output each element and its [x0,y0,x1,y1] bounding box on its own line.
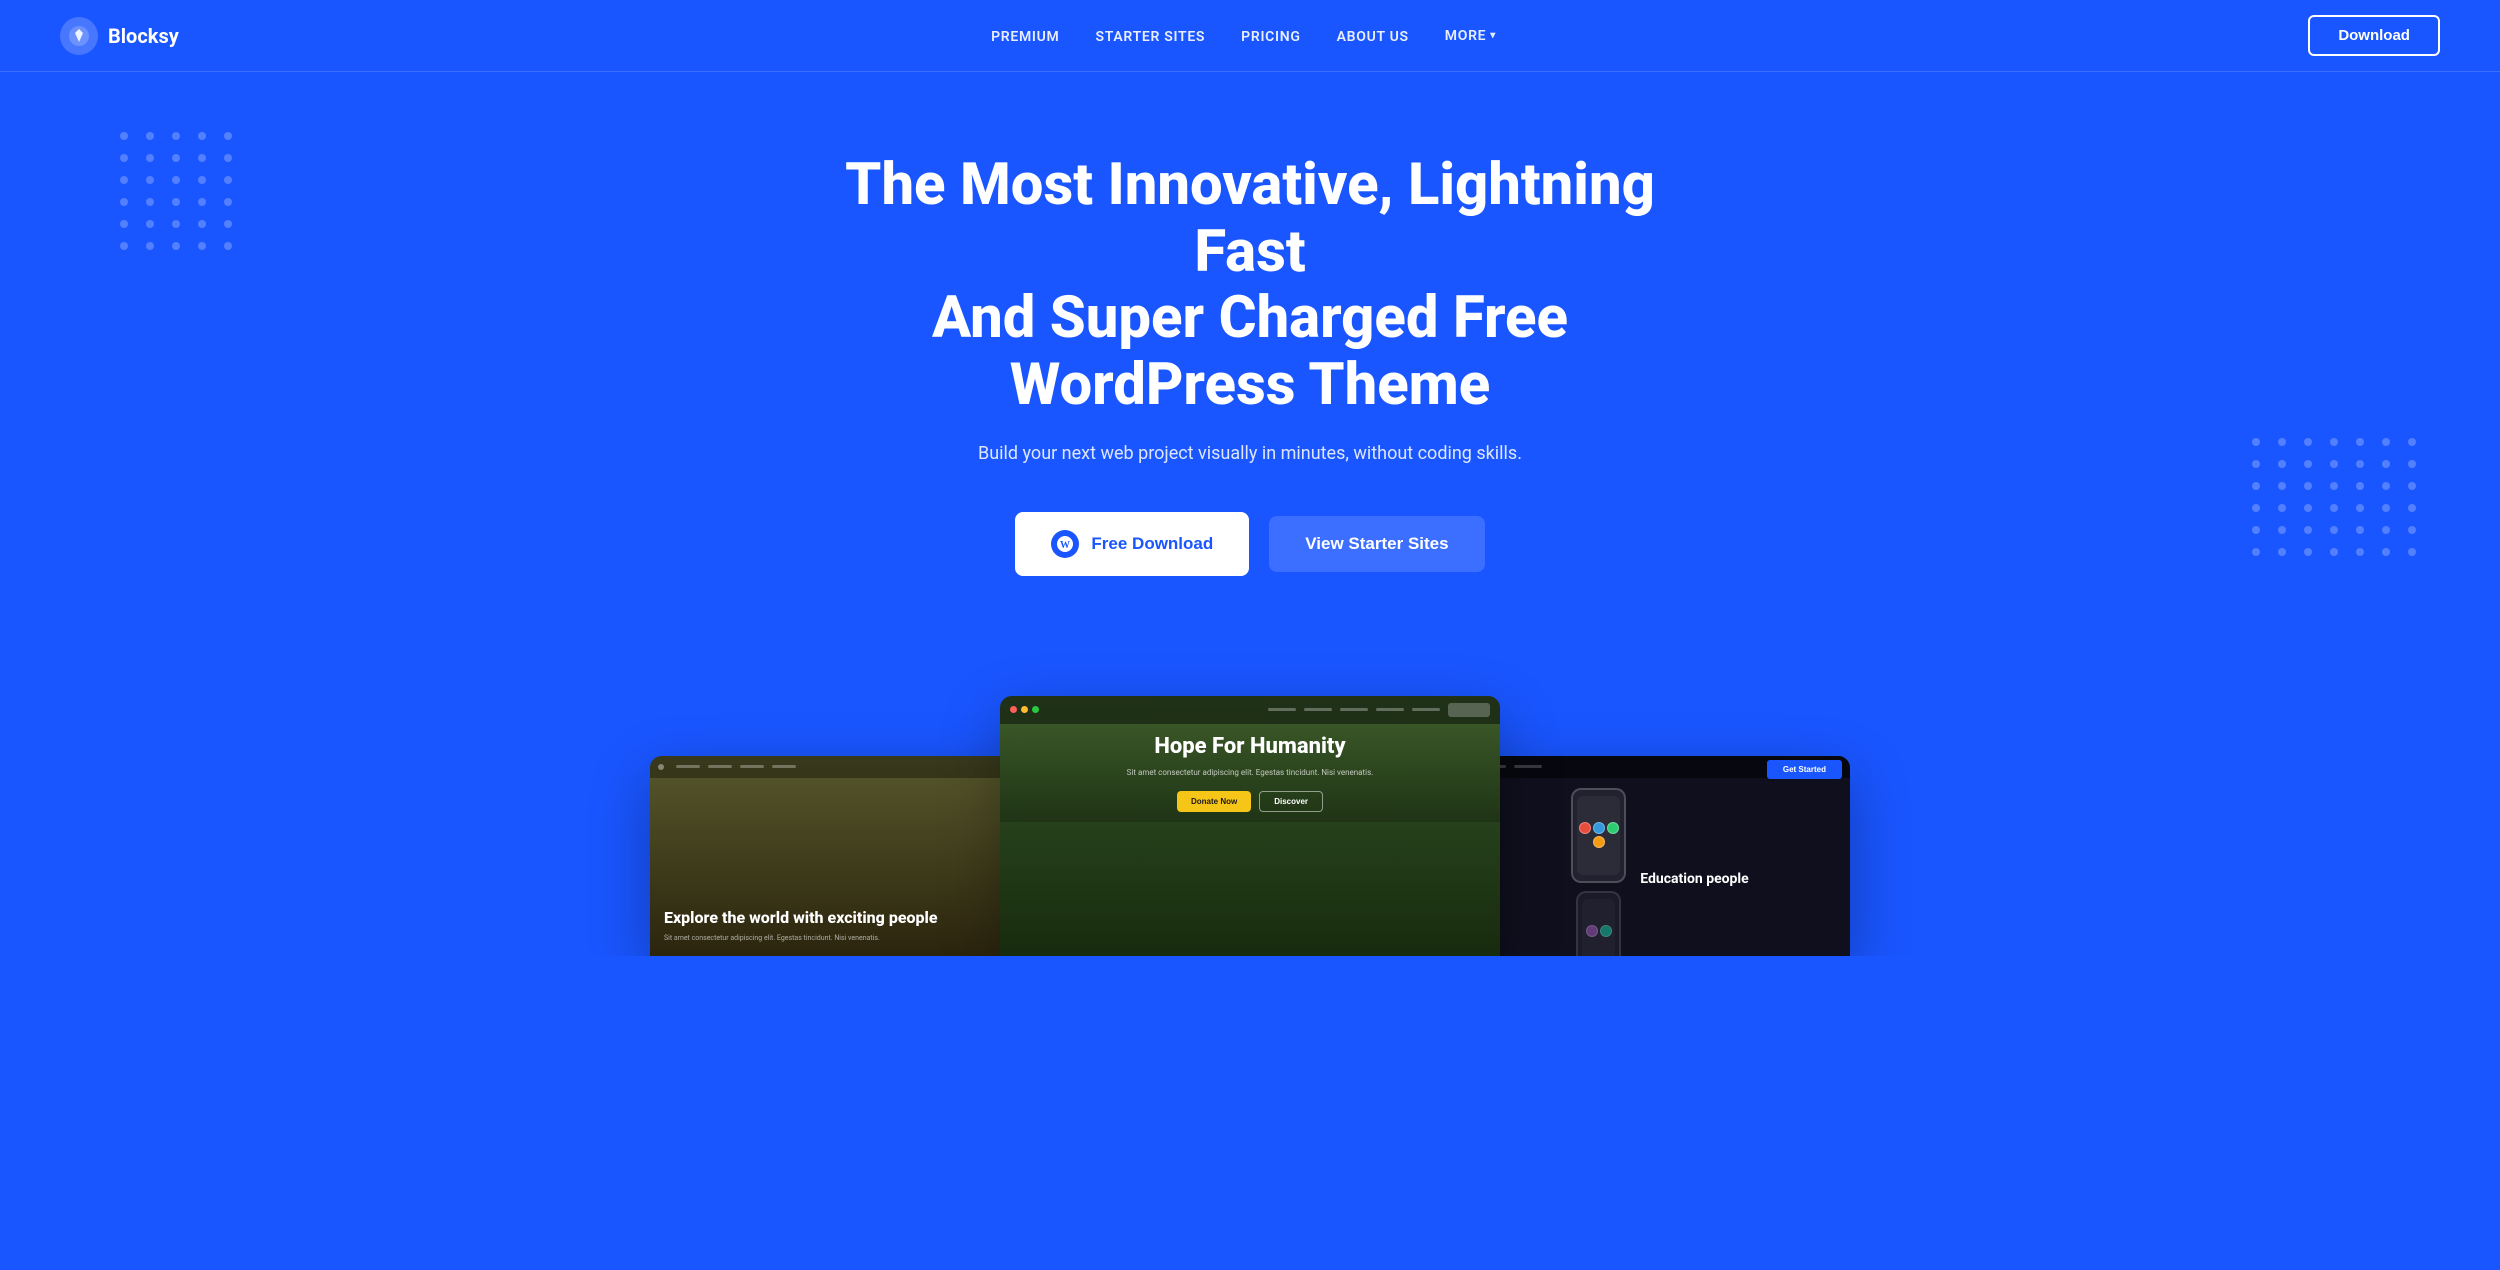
preview-card-right[interactable]: Get Started [1470,756,1850,956]
card-donate-button[interactable]: Donate Now [1177,791,1251,812]
card-right-nav-container: Get Started [1470,756,1850,778]
card-left-nav [650,756,1030,778]
svg-text:W: W [1060,540,1070,551]
card-main-nav-btn [1448,703,1490,717]
card-dot-yellow [1021,706,1028,713]
card-dot-green [1032,706,1039,713]
nav-item-pricing[interactable]: PRICING [1241,29,1300,45]
nav-links: PREMIUM STARTER SITES PRICING ABOUT US M… [991,26,1496,45]
card-main-nav-item [1376,708,1404,711]
decorative-dots-right [2252,438,2420,556]
decorative-dots-left [120,132,236,250]
preview-card-main[interactable]: Hope For Humanity Sit amet consectetur a… [1000,696,1500,956]
chevron-down-icon: ▾ [1490,30,1496,41]
hero-buttons: W Free Download View Starter Sites [1015,512,1484,576]
phone-screen-2 [1582,899,1615,956]
card-main-body: Hope For Humanity Sit amet consectetur a… [1000,724,1500,822]
hero-subtitle: Build your next web project visually in … [978,443,1522,464]
card-main-buttons: Donate Now Discover [1177,791,1323,812]
card-main-title: Hope For Humanity [1154,734,1345,759]
avatar-cluster [1577,822,1620,848]
wordpress-icon: W [1051,530,1079,558]
card-main-nav-item [1268,708,1296,711]
card-right-nav-item [1514,765,1542,768]
nav-item-starter-sites[interactable]: STARTER SITES [1096,29,1206,45]
nav-item-premium[interactable]: PREMIUM [991,29,1059,45]
card-dot-red [1010,706,1017,713]
hero-section: The Most Innovative, Lightning Fast And … [0,72,2500,636]
card-main-nav-item [1304,708,1332,711]
avatar-cluster-2 [1586,925,1612,937]
card-nav-item [740,765,764,768]
preview-section: Explore the world with exciting people S… [0,636,2500,956]
card-main-nav-item [1412,708,1440,711]
card-dot [658,764,664,770]
card-right-nav: Get Started [1470,756,1850,778]
brand-name: Blocksy [108,24,179,48]
nav-download-button[interactable]: Download [2308,15,2440,56]
card-nav-item [772,765,796,768]
preview-card-left[interactable]: Explore the world with exciting people S… [650,756,1030,956]
card-nav-item [708,765,732,768]
phone-mockup-1 [1571,788,1626,883]
card-right-body: Education people [1470,778,1850,956]
navbar: Blocksy PREMIUM STARTER SITES PRICING AB… [0,0,2500,72]
card-right-title: Education people [1640,870,1748,888]
card-left-body: Explore the world with exciting people S… [650,778,1030,956]
card-right-cta-button[interactable]: Get Started [1767,760,1842,779]
card-nav-item [676,765,700,768]
phone-mockup-2 [1576,891,1621,956]
free-download-button[interactable]: W Free Download [1015,512,1249,576]
phone-screen [1577,796,1620,875]
view-starter-sites-button[interactable]: View Starter Sites [1269,516,1484,572]
brand-logo-link[interactable]: Blocksy [60,17,179,55]
card-main-nav [1000,696,1500,724]
hero-title: The Most Innovative, Lightning Fast And … [820,152,1680,419]
card-left-subtext: Sit amet consectetur adipiscing elit. Eg… [664,933,1016,944]
card-main-text: Sit amet consectetur adipiscing elit. Eg… [1127,767,1374,779]
brand-logo-icon [60,17,98,55]
preview-cards-container: Explore the world with exciting people S… [0,696,2500,956]
card-discover-button[interactable]: Discover [1259,791,1323,812]
nav-item-more[interactable]: MORE ▾ [1445,28,1496,44]
card-left-title: Explore the world with exciting people [664,908,1016,927]
card-main-nav-item [1340,708,1368,711]
nav-item-about-us[interactable]: ABOUT US [1337,29,1409,45]
